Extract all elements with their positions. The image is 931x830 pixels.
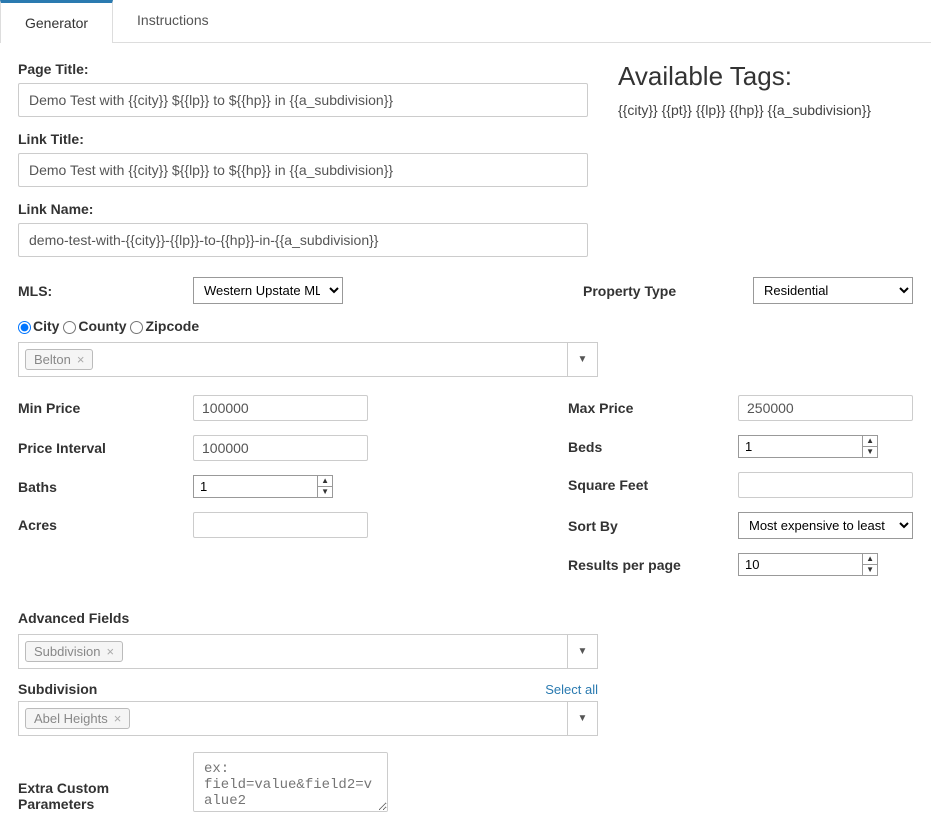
adv-field-dropdown-icon[interactable]: ▼: [567, 635, 597, 668]
price-interval-input[interactable]: [193, 435, 368, 461]
results-per-page-label: Results per page: [568, 557, 738, 573]
results-per-page-input[interactable]: [739, 554, 862, 575]
price-interval-label: Price Interval: [18, 440, 193, 456]
subdivision-label: Subdivision: [18, 681, 97, 697]
square-feet-label: Square Feet: [568, 477, 738, 493]
beds-input[interactable]: [739, 436, 862, 457]
baths-input[interactable]: [194, 476, 317, 497]
square-feet-input[interactable]: [738, 472, 913, 498]
geo-token: Belton×: [25, 349, 93, 370]
radio-zipcode[interactable]: Zipcode: [130, 318, 199, 334]
property-type-select[interactable]: Residential: [753, 277, 913, 304]
link-title-label: Link Title:: [18, 131, 588, 147]
page-title-input[interactable]: [18, 83, 588, 117]
advanced-fields-label: Advanced Fields: [18, 610, 913, 626]
tab-instructions[interactable]: Instructions: [113, 0, 233, 42]
beds-down-icon[interactable]: ▼: [863, 447, 877, 457]
baths-up-icon[interactable]: ▲: [318, 476, 332, 487]
extra-params-textarea[interactable]: [193, 752, 388, 812]
adv-field-token: Subdivision×: [25, 641, 123, 662]
beds-label: Beds: [568, 439, 738, 455]
geo-radio-group: City County Zipcode: [18, 318, 913, 334]
page-title-label: Page Title:: [18, 61, 588, 77]
available-tags-list: {{city}} {{pt}} {{lp}} {{hp}} {{a_subdiv…: [618, 102, 913, 118]
subdivision-dropdown-icon[interactable]: ▼: [567, 702, 597, 735]
baths-down-icon[interactable]: ▼: [318, 487, 332, 497]
tab-bar: Generator Instructions: [0, 0, 931, 43]
radio-county[interactable]: County: [63, 318, 126, 334]
adv-field-remove-icon[interactable]: ×: [107, 644, 115, 659]
geo-token-box[interactable]: Belton× ▼: [18, 342, 598, 377]
geo-token-remove-icon[interactable]: ×: [77, 352, 85, 367]
min-price-label: Min Price: [18, 400, 193, 416]
link-name-label: Link Name:: [18, 201, 588, 217]
geo-token-dropdown-icon[interactable]: ▼: [567, 343, 597, 376]
available-tags-heading: Available Tags:: [618, 61, 913, 92]
results-per-page-stepper[interactable]: ▲▼: [738, 553, 878, 576]
subdivision-box[interactable]: Abel Heights× ▼: [18, 701, 598, 736]
link-name-input[interactable]: [18, 223, 588, 257]
extra-params-label: Extra Custom Parameters: [18, 780, 183, 812]
link-title-input[interactable]: [18, 153, 588, 187]
tab-generator[interactable]: Generator: [0, 0, 113, 43]
subdivision-token: Abel Heights×: [25, 708, 130, 729]
subdivision-remove-icon[interactable]: ×: [114, 711, 122, 726]
max-price-input[interactable]: [738, 395, 913, 421]
beds-up-icon[interactable]: ▲: [863, 436, 877, 447]
rpp-up-icon[interactable]: ▲: [863, 554, 877, 565]
rpp-down-icon[interactable]: ▼: [863, 565, 877, 575]
select-all-link[interactable]: Select all: [545, 682, 598, 697]
mls-label: MLS:: [18, 283, 193, 299]
sort-by-label: Sort By: [568, 518, 738, 534]
sort-by-select[interactable]: Most expensive to least: [738, 512, 913, 539]
beds-stepper[interactable]: ▲▼: [738, 435, 878, 458]
property-type-label: Property Type: [583, 283, 753, 299]
min-price-input[interactable]: [193, 395, 368, 421]
acres-label: Acres: [18, 517, 193, 533]
baths-label: Baths: [18, 479, 193, 495]
mls-select[interactable]: Western Upstate MLS: [193, 277, 343, 304]
max-price-label: Max Price: [568, 400, 738, 416]
available-tags-panel: Available Tags: {{city}} {{pt}} {{lp}} {…: [618, 61, 913, 271]
radio-city[interactable]: City: [18, 318, 59, 334]
advanced-fields-box[interactable]: Subdivision× ▼: [18, 634, 598, 669]
acres-input[interactable]: [193, 512, 368, 538]
baths-stepper[interactable]: ▲▼: [193, 475, 333, 498]
